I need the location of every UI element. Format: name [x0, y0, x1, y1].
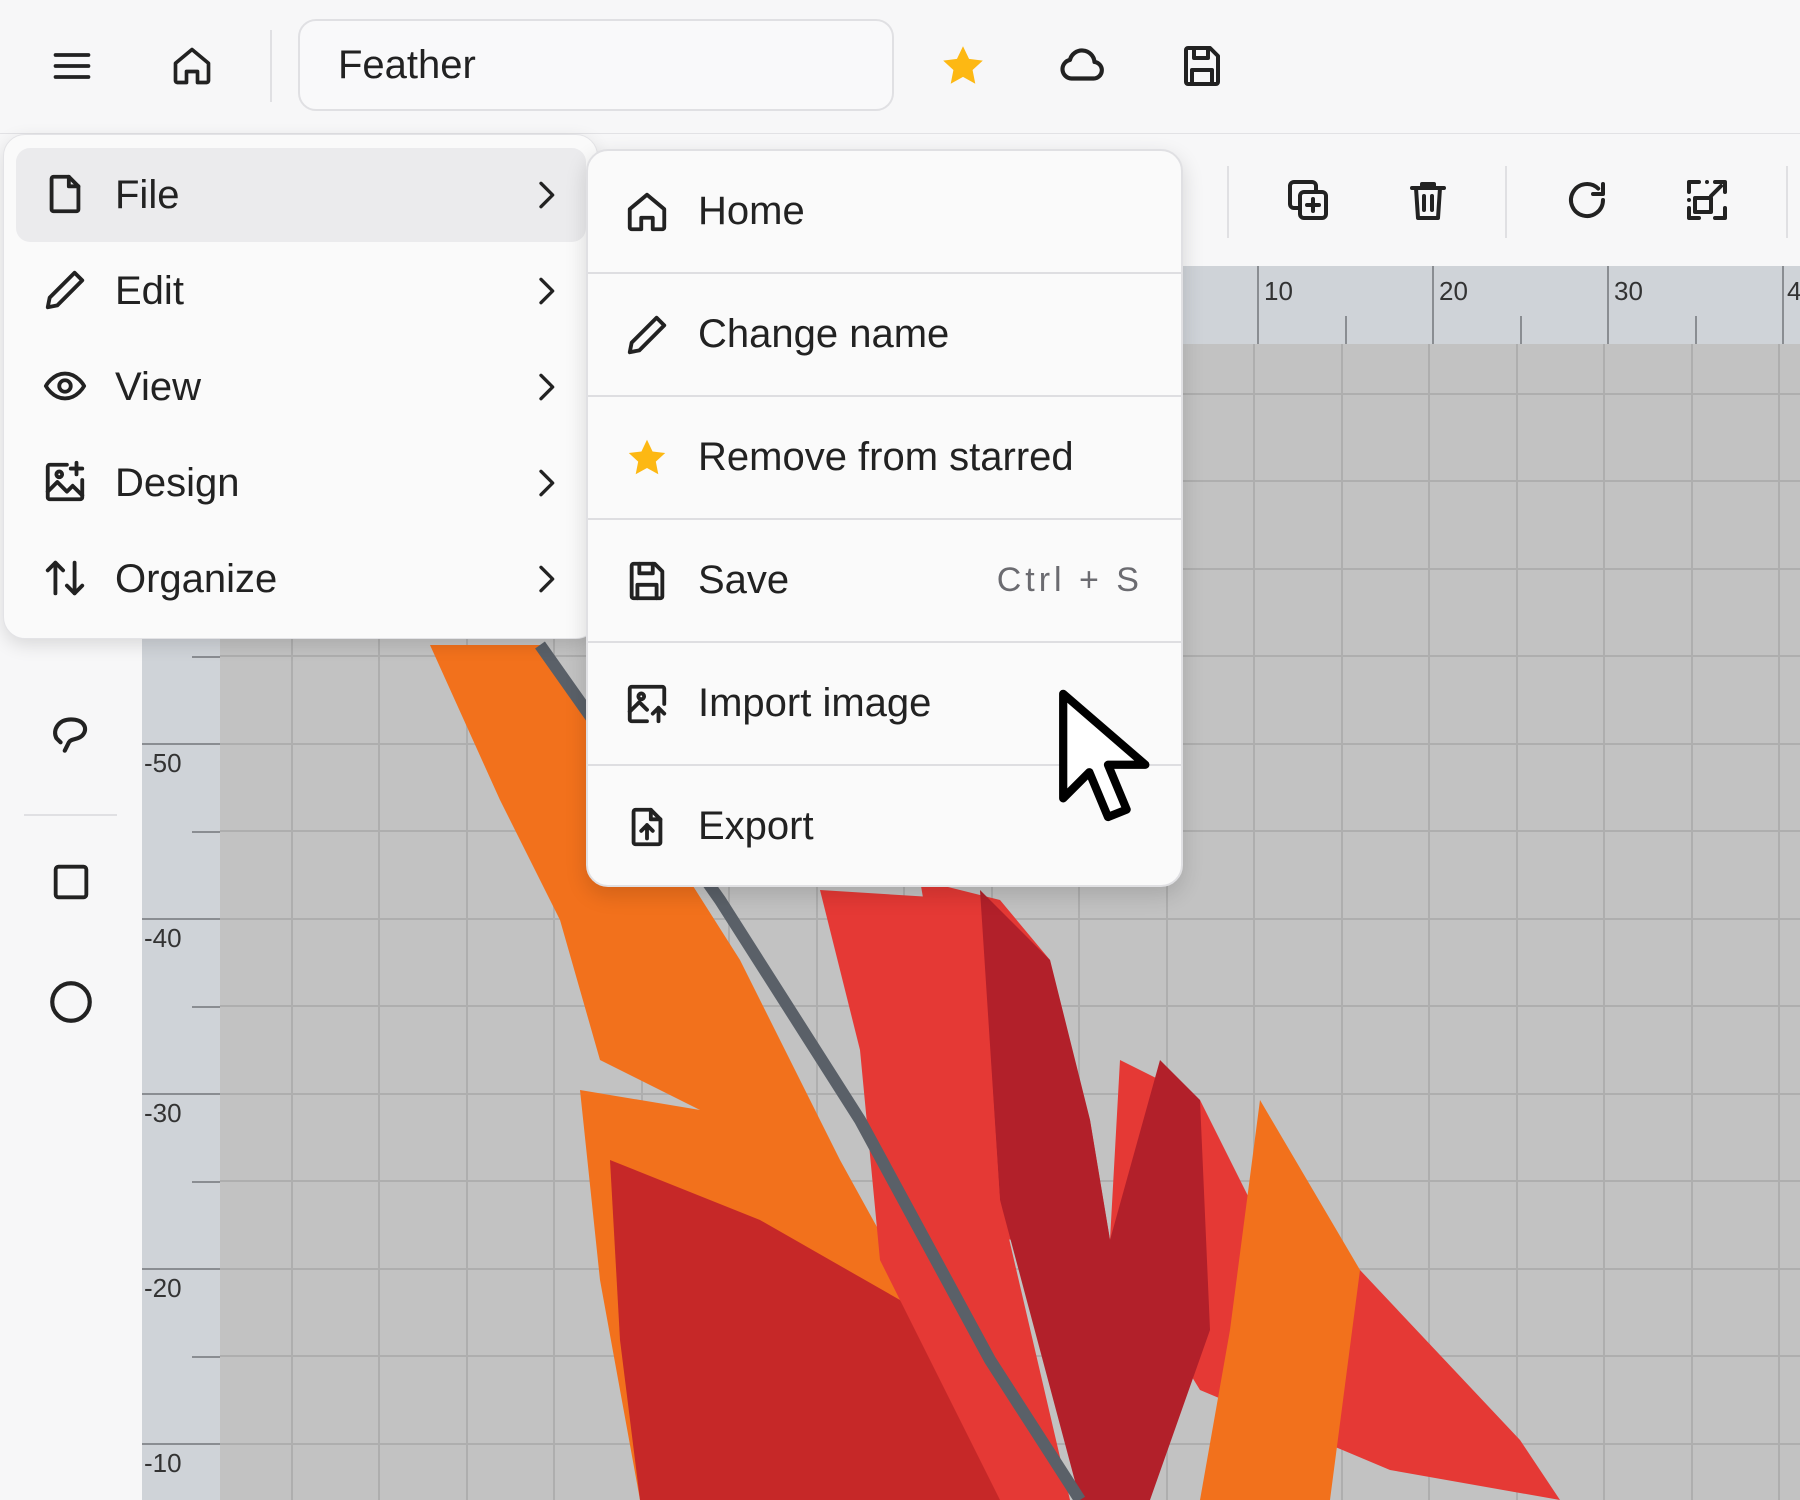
submenu-item-label: Import image — [698, 681, 932, 725]
menu-item-label: Organize — [115, 557, 278, 601]
divider — [24, 814, 117, 816]
ruler-label: 20 — [1439, 276, 1468, 306]
lasso-icon — [53, 717, 88, 753]
submenu-item-label: Export — [698, 804, 814, 848]
star-icon — [628, 439, 666, 475]
circle-tool-button[interactable] — [41, 972, 101, 1032]
menu-item-organize[interactable]: Organize — [16, 532, 586, 626]
star-icon — [943, 46, 983, 84]
ruler-label: -40 — [144, 923, 182, 953]
save-icon — [1184, 46, 1220, 86]
fit-icon — [1687, 180, 1727, 220]
divider — [1227, 166, 1229, 238]
sort-arrows-icon — [45, 560, 85, 596]
image-plus-icon — [45, 460, 85, 502]
menu-item-label: Edit — [115, 269, 184, 313]
menu-item-label: File — [115, 173, 180, 217]
submenu-item-remove-from-starred[interactable]: Remove from starred — [588, 397, 1181, 520]
main-menu: File Edit View Design Organize — [3, 134, 598, 639]
divider — [1786, 166, 1788, 238]
keyboard-shortcut: Ctrl + S — [996, 561, 1143, 599]
menu-icon — [53, 53, 91, 79]
menu-item-edit[interactable]: Edit — [16, 244, 586, 338]
home-button[interactable] — [162, 36, 222, 96]
file-icon — [49, 174, 81, 214]
fit-image-button[interactable] — [1677, 170, 1737, 230]
square-icon — [53, 864, 89, 900]
menu-item-label: View — [115, 365, 201, 409]
chevron-right-icon — [539, 277, 555, 305]
menu-item-file[interactable]: File — [16, 148, 586, 242]
cloud-icon — [1060, 48, 1104, 81]
submenu-item-label: Home — [698, 189, 805, 233]
rectangle-tool-button[interactable] — [41, 852, 101, 912]
menu-item-view[interactable]: View — [16, 340, 586, 434]
submenu-item-label: Remove from starred — [698, 435, 1074, 479]
pencil-icon — [45, 270, 85, 310]
save-button[interactable] — [1172, 36, 1232, 96]
submenu-item-save[interactable]: Save Ctrl + S — [588, 520, 1181, 643]
chevron-right-icon — [539, 469, 555, 497]
circle-icon — [50, 981, 92, 1023]
freeform-tool-button[interactable] — [41, 704, 101, 764]
menu-item-design[interactable]: Design — [16, 436, 586, 530]
top-bar — [0, 0, 1800, 134]
eye-icon — [43, 371, 87, 401]
home-icon — [627, 192, 667, 232]
trash-icon — [1410, 182, 1446, 220]
submenu-item-label: Change name — [698, 312, 950, 356]
delete-button[interactable] — [1398, 170, 1458, 230]
rotate-button[interactable] — [1557, 170, 1617, 230]
save-icon — [629, 561, 665, 601]
ruler-label: -20 — [144, 1273, 182, 1303]
ruler-label: -10 — [144, 1448, 182, 1478]
ruler-label: 30 — [1614, 276, 1643, 306]
ruler-label: 4 — [1787, 276, 1800, 306]
pencil-icon — [627, 315, 667, 355]
rotate-icon — [1569, 182, 1605, 219]
chevron-right-icon — [539, 373, 555, 401]
home-icon — [173, 47, 211, 85]
submenu-item-label: Save — [698, 558, 790, 602]
duplicate-button[interactable] — [1278, 170, 1338, 230]
image-upload-icon — [627, 684, 667, 724]
ruler-label: -30 — [144, 1098, 182, 1128]
chevron-right-icon — [539, 181, 555, 209]
divider — [270, 30, 272, 102]
document-name-input[interactable] — [298, 19, 894, 111]
divider — [1505, 166, 1507, 238]
submenu-item-home[interactable]: Home — [588, 151, 1181, 274]
menu-button[interactable] — [42, 36, 102, 96]
ruler-label: 10 — [1264, 276, 1293, 306]
duplicate-icon — [1288, 180, 1328, 220]
submenu-item-change-name[interactable]: Change name — [588, 274, 1181, 397]
menu-item-label: Design — [115, 461, 240, 505]
mouse-cursor — [1059, 689, 1150, 822]
chevron-right-icon — [539, 565, 555, 593]
ruler-label: -50 — [144, 748, 182, 778]
file-export-icon — [631, 807, 663, 847]
star-button[interactable] — [933, 36, 993, 96]
cloud-sync-button[interactable] — [1052, 36, 1112, 96]
